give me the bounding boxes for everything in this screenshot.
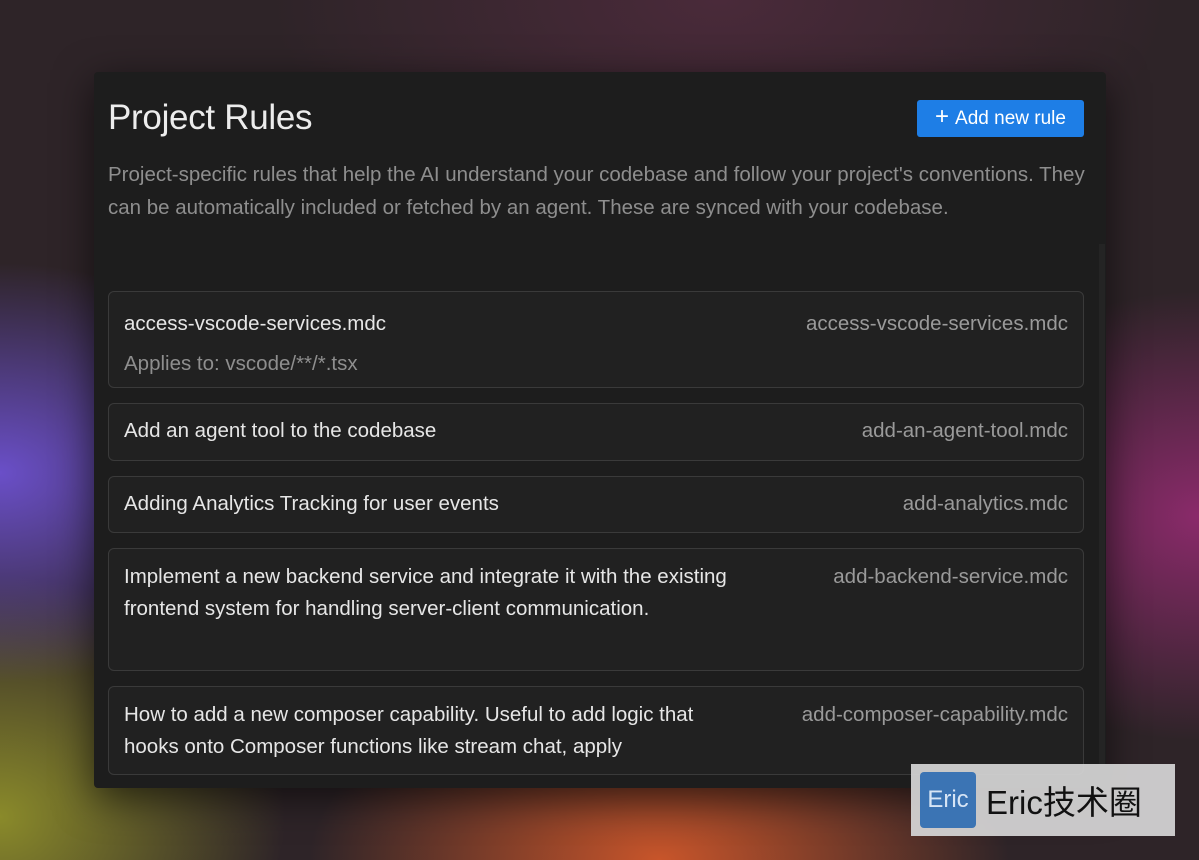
rule-card-add-backend-service[interactable]: Implement a new backend service and inte… <box>108 548 1084 671</box>
rule-card-add-composer-capability[interactable]: How to add a new composer capability. Us… <box>108 686 1084 775</box>
rule-title: Adding Analytics Tracking for user event… <box>124 492 499 515</box>
rule-card-add-an-agent-tool[interactable]: Add an agent tool to the codebase add-an… <box>108 403 1084 461</box>
rule-title: How to add a new composer capability. Us… <box>124 703 694 758</box>
rule-filename: access-vscode-services.mdc <box>805 312 1068 335</box>
watermark-logo: Eric <box>920 772 976 828</box>
scrollbar[interactable] <box>1099 244 1105 788</box>
page-description: Project-specific rules that help the AI … <box>108 163 1085 219</box>
project-rules-panel: Project Rules + Add new rule Project-spe… <box>94 72 1106 788</box>
page-title: Project Rules <box>108 98 313 137</box>
rule-applies-to: Applies to: vscode/**/*.tsx <box>124 352 358 375</box>
rules-list: access-vscode-services.mdc access-vscode… <box>108 291 1084 775</box>
plus-icon: + <box>935 103 950 130</box>
rule-filename: add-an-agent-tool.mdc <box>861 419 1068 442</box>
rule-card-access-vscode-services[interactable]: access-vscode-services.mdc access-vscode… <box>108 291 1084 388</box>
rule-title: Implement a new backend service and inte… <box>124 565 727 620</box>
rule-title: access-vscode-services.mdc <box>124 312 387 335</box>
rule-card-add-analytics[interactable]: Adding Analytics Tracking for user event… <box>108 476 1084 533</box>
rule-title: Add an agent tool to the codebase <box>124 419 437 442</box>
add-new-rule-button[interactable]: + Add new rule <box>917 100 1084 137</box>
rule-filename: add-backend-service.mdc <box>833 565 1068 588</box>
add-new-rule-label: Add new rule <box>955 107 1066 129</box>
watermark: Eric Eric技术圈 <box>911 764 1175 836</box>
rule-filename: add-analytics.mdc <box>902 492 1068 515</box>
rule-filename: add-composer-capability.mdc <box>801 703 1068 726</box>
watermark-text: Eric技术圈 <box>986 784 1142 821</box>
